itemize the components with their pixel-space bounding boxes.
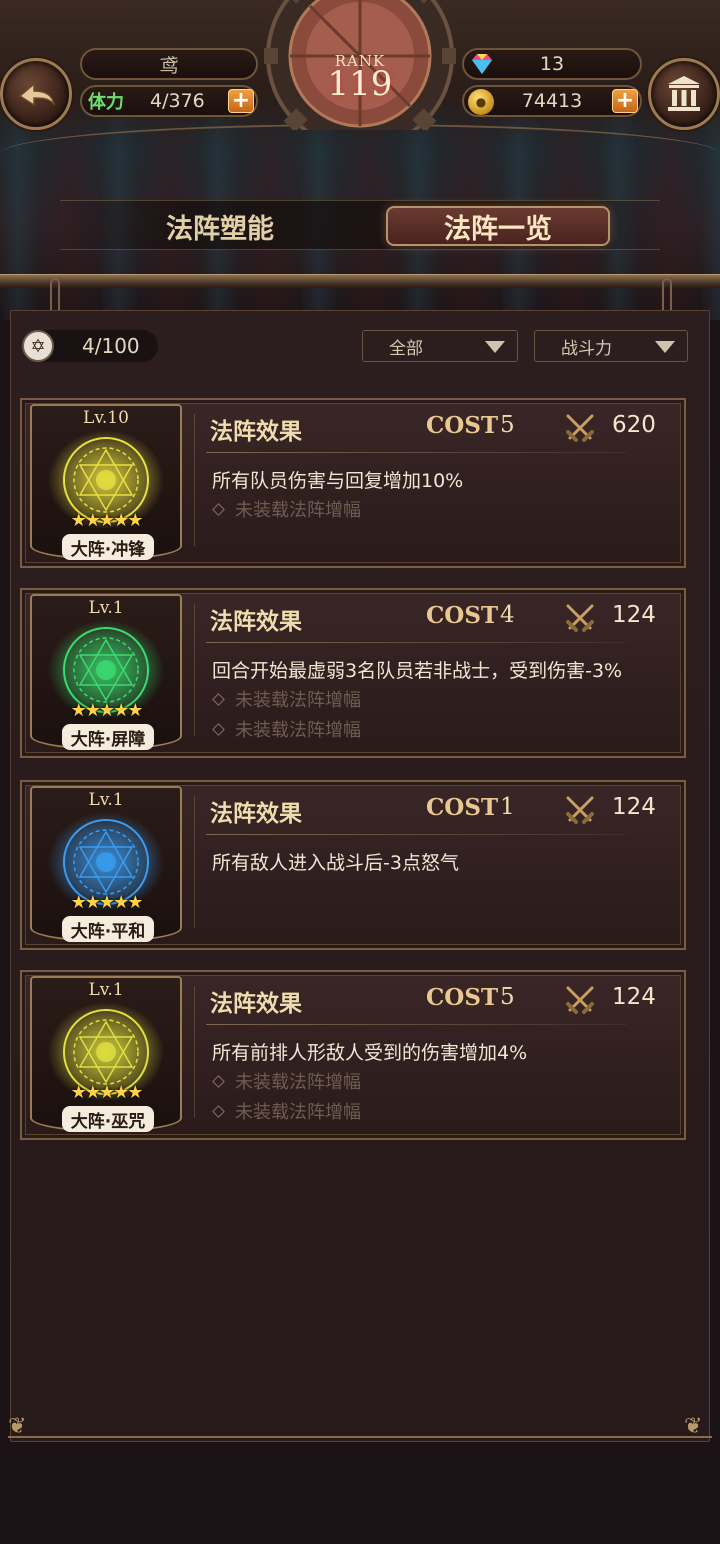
title-underline bbox=[206, 452, 626, 453]
effect-title: 法阵效果 bbox=[210, 990, 302, 1017]
diamond-icon bbox=[212, 1075, 225, 1088]
formation-level: Lv.1 bbox=[88, 598, 124, 618]
hall-button[interactable] bbox=[648, 58, 720, 130]
corner-ornament-left: ❦ bbox=[8, 1414, 27, 1439]
formation-thumbnail[interactable]: Lv.1 ★★★★★ bbox=[30, 594, 182, 750]
formation-name: 大阵·屏障 bbox=[62, 724, 154, 750]
gold-counter: ● 74413 + bbox=[462, 85, 642, 117]
player-name: 鸢 bbox=[80, 48, 258, 80]
filter-dropdown[interactable]: 全部 bbox=[362, 330, 518, 362]
card-divider bbox=[194, 604, 195, 736]
enhancement-slot[interactable]: 未装载法阵增幅 bbox=[212, 1098, 361, 1124]
enhancement-slot-label: 未装载法阵增幅 bbox=[235, 690, 361, 711]
effect-description: 所有敌人进入战斗后-3点怒气 bbox=[212, 852, 459, 874]
cost-label: COST bbox=[426, 794, 499, 821]
back-button[interactable] bbox=[0, 58, 72, 130]
combat-power-value: 124 bbox=[612, 984, 656, 1010]
enhancement-slot-label: 未装载法阵增幅 bbox=[235, 500, 361, 521]
combat-power-value: 620 bbox=[612, 412, 656, 438]
cost-value: 5 bbox=[500, 412, 515, 438]
enhancement-slot[interactable]: 未装载法阵增幅 bbox=[212, 716, 361, 742]
rarity-stars: ★★★★★ bbox=[70, 892, 144, 913]
effect-title: 法阵效果 bbox=[210, 800, 302, 827]
diamond-icon bbox=[212, 693, 225, 706]
formation-card[interactable]: Lv.1 ★★★★★ bbox=[20, 780, 686, 950]
formation-thumbnail[interactable]: Lv.1 ★★★★★ bbox=[30, 976, 182, 1132]
card-divider bbox=[194, 986, 195, 1118]
stamina-label: 体力 bbox=[88, 92, 124, 113]
pillar-hall-icon bbox=[668, 76, 700, 111]
stamina-value: 4/376 bbox=[150, 90, 205, 112]
crossed-swords-icon bbox=[566, 796, 594, 824]
formation-name: 大阵·平和 bbox=[62, 916, 154, 942]
combat-power-value: 124 bbox=[612, 602, 656, 628]
cost-label: COST bbox=[426, 412, 499, 439]
effect-description: 所有前排人形敌人受到的伤害增加4% bbox=[212, 1042, 528, 1064]
tab-formation-list[interactable]: 法阵一览 bbox=[386, 206, 610, 246]
formation-card[interactable]: Lv.1 ★★★★★ bbox=[20, 970, 686, 1140]
title-underline bbox=[206, 642, 626, 643]
title-underline bbox=[206, 834, 626, 835]
sort-dropdown-label: 战斗力 bbox=[561, 338, 612, 359]
enhancement-slot-label: 未装载法阵增幅 bbox=[235, 1102, 361, 1123]
panel-bottom-border bbox=[8, 1436, 712, 1442]
rarity-stars: ★★★★★ bbox=[70, 510, 144, 531]
formation-level: Lv.1 bbox=[88, 980, 124, 1000]
tab-formation-shaping[interactable]: 法阵塑能 bbox=[140, 206, 300, 246]
enhancement-slot[interactable]: 未装载法阵增幅 bbox=[212, 496, 361, 522]
gold-coin-icon: ● bbox=[468, 89, 494, 115]
card-divider bbox=[194, 796, 195, 928]
effect-title: 法阵效果 bbox=[210, 418, 302, 445]
formation-count: ✡ 4/100 bbox=[22, 330, 158, 362]
effect-description: 回合开始最虚弱3名队员若非战士，受到伤害-3% bbox=[212, 660, 623, 682]
cost-label: COST bbox=[426, 984, 499, 1011]
hanging-rail bbox=[0, 274, 720, 288]
chevron-down-icon bbox=[485, 341, 505, 353]
stamina-bar: 体力 4/376 + bbox=[80, 85, 258, 117]
enhancement-slot-label: 未装载法阵增幅 bbox=[235, 720, 361, 741]
enhancement-slot-label: 未装载法阵增幅 bbox=[235, 1072, 361, 1093]
hexagram-icon: ✡ bbox=[22, 330, 54, 362]
formation-name: 大阵·巫咒 bbox=[62, 1106, 154, 1132]
formation-name: 大阵·冲锋 bbox=[62, 534, 154, 560]
title-underline bbox=[206, 1024, 626, 1025]
add-stamina-button[interactable]: + bbox=[228, 89, 254, 113]
formation-card[interactable]: Lv.1 ★★★★★ bbox=[20, 588, 686, 758]
effect-title: 法阵效果 bbox=[210, 608, 302, 635]
formation-count-value: 4/100 bbox=[82, 334, 140, 358]
card-divider bbox=[194, 414, 195, 546]
effect-description: 所有队员伤害与回复增加10% bbox=[212, 470, 464, 492]
corner-ornament-right: ❦ bbox=[684, 1414, 703, 1439]
formation-thumbnail[interactable]: Lv.10 ★★★★★ 大阵·冲锋 bbox=[30, 404, 182, 560]
enhancement-slot[interactable]: 未装载法阵增幅 bbox=[212, 1068, 361, 1094]
add-gold-button[interactable]: + bbox=[612, 89, 638, 113]
rarity-stars: ★★★★★ bbox=[70, 1082, 144, 1103]
rarity-stars: ★★★★★ bbox=[70, 700, 144, 721]
gem-counter: 13 bbox=[462, 48, 642, 80]
filter-dropdown-label: 全部 bbox=[389, 338, 423, 359]
gold-value: 74413 bbox=[521, 90, 583, 112]
combat-power-value: 124 bbox=[612, 794, 656, 820]
sort-dropdown[interactable]: 战斗力 bbox=[534, 330, 688, 362]
crossed-swords-icon bbox=[566, 414, 594, 442]
back-arrow-icon bbox=[18, 82, 56, 107]
cost-value: 5 bbox=[500, 984, 515, 1010]
chevron-down-icon bbox=[655, 341, 675, 353]
crossed-swords-icon bbox=[566, 986, 594, 1014]
cost-value: 4 bbox=[500, 602, 515, 628]
crossed-swords-icon bbox=[566, 604, 594, 632]
formation-level: Lv.1 bbox=[88, 790, 124, 810]
formation-card[interactable]: Lv.10 ★★★★★ 大阵·冲锋 法阵效果 COST 5 620 所有队员伤害… bbox=[20, 398, 686, 568]
formation-thumbnail[interactable]: Lv.1 ★★★★★ bbox=[30, 786, 182, 942]
enhancement-slot[interactable]: 未装载法阵增幅 bbox=[212, 686, 361, 712]
gem-icon bbox=[472, 54, 492, 74]
gem-value: 13 bbox=[539, 53, 565, 75]
diamond-icon bbox=[212, 723, 225, 736]
diamond-icon bbox=[212, 503, 225, 516]
formation-level: Lv.10 bbox=[83, 408, 129, 428]
diamond-icon bbox=[212, 1105, 225, 1118]
cost-value: 1 bbox=[500, 794, 515, 820]
cost-label: COST bbox=[426, 602, 499, 629]
